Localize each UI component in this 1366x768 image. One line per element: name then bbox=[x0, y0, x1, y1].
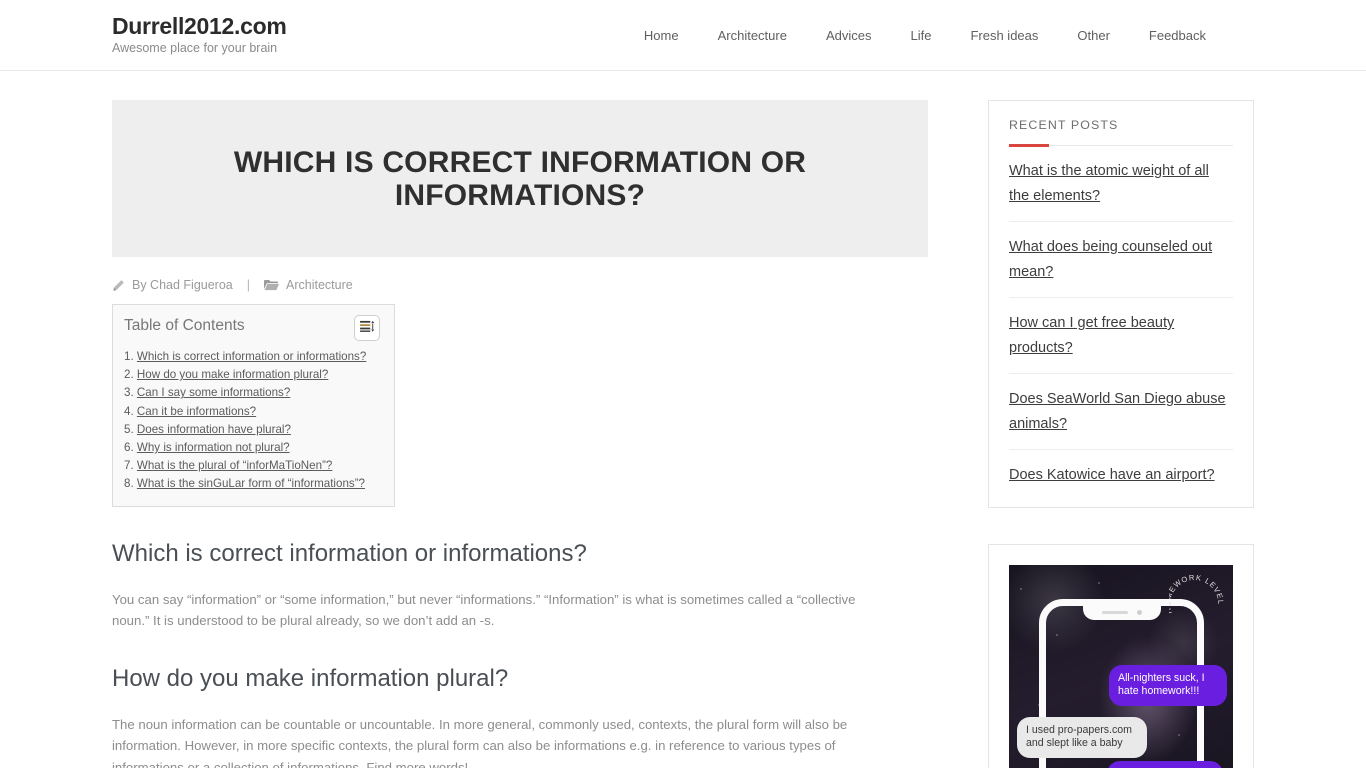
nav-item-home[interactable]: Home bbox=[644, 28, 679, 43]
phone-camera-icon bbox=[1136, 609, 1142, 615]
toc-item-link[interactable]: What is the sinGuLar form of “informatio… bbox=[137, 477, 365, 490]
article-byline: By Chad Figueroa | Architecture bbox=[112, 278, 928, 292]
toc-item-link[interactable]: Can I say some informations? bbox=[137, 386, 290, 399]
nav-item-fresh-ideas[interactable]: Fresh ideas bbox=[970, 28, 1038, 43]
toc-toggle-button[interactable] bbox=[354, 315, 380, 341]
toc-item-link[interactable]: Which is correct information or informat… bbox=[137, 350, 366, 363]
page-title: Which is correct information or informat… bbox=[233, 145, 807, 212]
pencil-icon bbox=[112, 279, 125, 292]
recent-posts-widget: Recent posts What is the atomic weight o… bbox=[988, 100, 1254, 508]
advertisement-widget[interactable]: HOMEWORK LEVEL All-nighters suck, I hate… bbox=[988, 543, 1254, 768]
toc-item-number: 6. bbox=[124, 441, 134, 455]
table-of-contents: Table of Contents 1. Which is correct in… bbox=[112, 304, 395, 507]
recent-post-link[interactable]: Does SeaWorld San Diego abuse animals? bbox=[1009, 391, 1226, 432]
toc-item-number: 3. bbox=[124, 386, 134, 400]
toc-list-item: 7. What is the plural of “inforMaTioNen”… bbox=[124, 457, 380, 475]
recent-post-link[interactable]: Does Katowice have an airport? bbox=[1009, 467, 1215, 483]
list-item: Does SeaWorld San Diego abuse animals? bbox=[1009, 374, 1233, 450]
widget-title: Recent posts bbox=[1009, 118, 1119, 132]
primary-navigation: Home Architecture Advices Life Fresh ide… bbox=[644, 28, 1254, 43]
sidebar: Recent posts What is the atomic weight o… bbox=[988, 100, 1254, 768]
toc-list-item: 2. How do you make information plural? bbox=[124, 366, 380, 384]
homework-level-arc-text: HOMEWORK LEVEL bbox=[1163, 572, 1225, 631]
toc-list-item: 8. What is the sinGuLar form of “informa… bbox=[124, 475, 380, 493]
byline-author: By Chad Figueroa bbox=[132, 278, 233, 292]
toc-title: Table of Contents bbox=[124, 317, 245, 334]
toc-item-link[interactable]: What is the plural of “inforMaTioNen”? bbox=[137, 459, 332, 472]
ad-banner[interactable]: HOMEWORK LEVEL All-nighters suck, I hate… bbox=[1009, 564, 1233, 768]
site-tagline: Awesome place for your brain bbox=[112, 41, 278, 56]
list-item: Does Katowice have an airport? bbox=[1009, 450, 1233, 501]
section-heading-2: How do you make information plural? bbox=[112, 664, 509, 692]
toc-item-number: 8. bbox=[124, 477, 134, 491]
page-layout: Which is correct information or informat… bbox=[0, 71, 1366, 768]
list-item: What is the atomic weight of all the ele… bbox=[1009, 146, 1233, 222]
recent-post-link[interactable]: How can I get free beauty products? bbox=[1009, 315, 1174, 356]
ad-chat-bubble-3 bbox=[1107, 760, 1223, 768]
toc-list-item: 3. Can I say some informations? bbox=[124, 384, 380, 402]
widget-accent-rule bbox=[1009, 144, 1233, 147]
list-item: What does being counseled out mean? bbox=[1009, 222, 1233, 298]
ad-chat-bubble-1: All-nighters suck, I hate homework!!! bbox=[1109, 664, 1227, 706]
phone-notch bbox=[1082, 604, 1161, 620]
article-title-banner: Which is correct information or informat… bbox=[112, 100, 928, 257]
toc-item-number: 7. bbox=[124, 459, 134, 473]
nav-item-feedback[interactable]: Feedback bbox=[1149, 28, 1206, 43]
toc-item-number: 2. bbox=[124, 368, 134, 382]
phone-speaker bbox=[1101, 610, 1128, 614]
byline-separator: | bbox=[246, 278, 251, 292]
toc-header: Table of Contents bbox=[124, 315, 380, 341]
section-paragraph-2: The noun information can be countable or… bbox=[112, 716, 848, 768]
svg-text:HOMEWORK LEVEL: HOMEWORK LEVEL bbox=[1169, 575, 1225, 615]
toc-list-icon bbox=[359, 320, 375, 336]
section-heading-1: Which is correct information or informat… bbox=[112, 539, 587, 567]
nav-item-advices[interactable]: Advices bbox=[826, 28, 872, 43]
article-column: Which is correct information or informat… bbox=[112, 100, 928, 768]
toc-item-number: 4. bbox=[124, 404, 134, 418]
toc-list-item: 1. Which is correct information or infor… bbox=[124, 348, 380, 366]
toc-item-link[interactable]: Does information have plural? bbox=[137, 423, 291, 436]
site-branding[interactable]: Durrell2012.com Awesome place for your b… bbox=[112, 14, 287, 56]
toc-item-link[interactable]: Why is information not plural? bbox=[137, 441, 290, 454]
nav-item-other[interactable]: Other bbox=[1077, 28, 1110, 43]
ad-chat-bubble-2: I used pro-papers.com and slept like a b… bbox=[1017, 716, 1147, 758]
byline-category-link[interactable]: Architecture bbox=[286, 278, 353, 292]
toc-list: 1. Which is correct information or infor… bbox=[124, 348, 380, 494]
toc-item-number: 1. bbox=[124, 350, 134, 363]
nav-item-architecture[interactable]: Architecture bbox=[718, 28, 787, 43]
recent-post-link[interactable]: What is the atomic weight of all the ele… bbox=[1009, 163, 1209, 204]
toc-list-item: 5. Does information have plural? bbox=[124, 421, 380, 439]
list-item: How can I get free beauty products? bbox=[1009, 298, 1233, 374]
toc-list-item: 6. Why is information not plural? bbox=[124, 439, 380, 457]
toc-item-link[interactable]: How do you make information plural? bbox=[137, 368, 328, 381]
toc-item-link[interactable]: Can it be informations? bbox=[137, 405, 256, 418]
folder-icon bbox=[264, 279, 280, 291]
toc-list-item: 4. Can it be informations? bbox=[124, 403, 380, 421]
toc-item-number: 5. bbox=[124, 422, 134, 436]
site-header: Durrell2012.com Awesome place for your b… bbox=[0, 0, 1366, 71]
recent-post-link[interactable]: What does being counseled out mean? bbox=[1009, 239, 1212, 280]
nav-item-life[interactable]: Life bbox=[911, 28, 932, 43]
site-title[interactable]: Durrell2012.com bbox=[112, 14, 287, 38]
recent-posts-list: What is the atomic weight of all the ele… bbox=[1009, 146, 1233, 501]
section-paragraph-1: You can say “information” or “some infor… bbox=[112, 591, 856, 629]
